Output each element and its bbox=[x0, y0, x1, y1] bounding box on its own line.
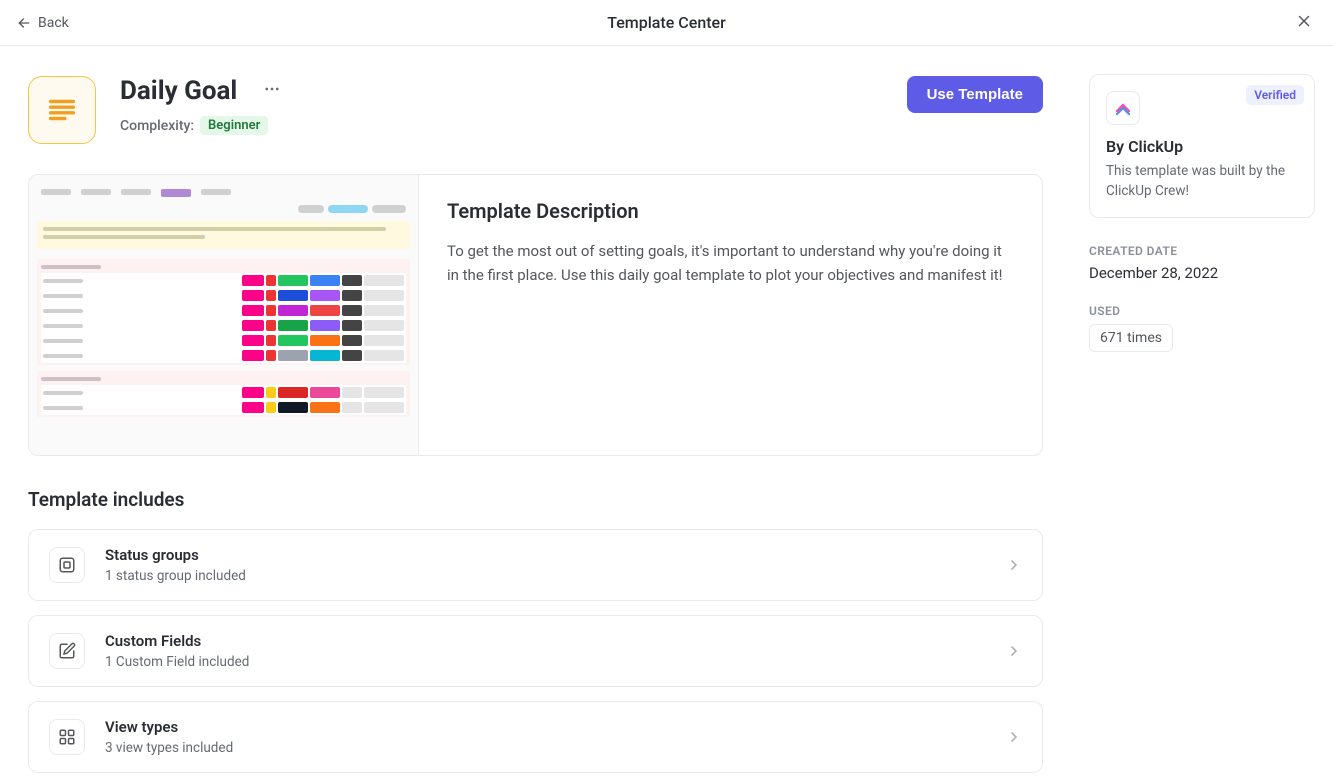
author-card: Verified By ClickUp This template was bu… bbox=[1089, 74, 1315, 218]
template-title: Daily Goal bbox=[120, 76, 237, 106]
preview-pill bbox=[298, 205, 324, 213]
preview-tab bbox=[161, 189, 191, 195]
preview-row bbox=[41, 318, 406, 333]
description-body: To get the most out of setting goals, it… bbox=[447, 239, 1014, 287]
include-sub: 1 Custom Field included bbox=[105, 654, 986, 670]
view-types-icon bbox=[49, 719, 85, 755]
header-text: Daily Goal Complexity: Beginner bbox=[120, 76, 883, 135]
dots-horizontal-icon bbox=[263, 80, 281, 98]
created-date-value: December 28, 2022 bbox=[1089, 264, 1315, 282]
author-name: By ClickUp bbox=[1106, 137, 1298, 156]
include-title: View types bbox=[105, 718, 986, 736]
grid-icon bbox=[58, 728, 76, 746]
preview-row bbox=[41, 385, 406, 400]
include-sub: 3 view types included bbox=[105, 740, 986, 756]
description-text: Template Description To get the most out… bbox=[419, 175, 1042, 455]
preview-tab bbox=[41, 189, 71, 195]
preview-line bbox=[43, 235, 205, 239]
more-button[interactable] bbox=[261, 78, 283, 104]
used-value: 671 times bbox=[1089, 324, 1173, 352]
preview-group-label bbox=[41, 377, 101, 381]
preview-pill bbox=[328, 205, 368, 213]
preview-row bbox=[41, 303, 406, 318]
body: Daily Goal Complexity: Beginner Use Temp… bbox=[0, 46, 1333, 776]
preview-tab bbox=[121, 189, 151, 195]
description-card: Template Description To get the most out… bbox=[28, 174, 1043, 456]
preview-tabs bbox=[37, 183, 410, 201]
include-custom-fields[interactable]: Custom Fields 1 Custom Field included bbox=[28, 615, 1043, 687]
arrow-left-icon bbox=[16, 15, 32, 31]
preview-tab bbox=[201, 189, 231, 195]
back-label: Back bbox=[38, 15, 69, 31]
topbar: Back Template Center bbox=[0, 0, 1333, 46]
edit-square-icon bbox=[58, 642, 76, 660]
complexity-label: Complexity: bbox=[120, 118, 194, 134]
preview-pill bbox=[372, 205, 406, 213]
preview-section bbox=[37, 371, 410, 417]
template-icon bbox=[28, 76, 96, 144]
chevron-right-icon bbox=[1006, 729, 1022, 745]
preview-row bbox=[41, 333, 406, 348]
include-text: Status groups 1 status group included bbox=[105, 546, 986, 584]
includes-heading: Template includes bbox=[28, 488, 1043, 511]
custom-fields-icon bbox=[49, 633, 85, 669]
complexity-row: Complexity: Beginner bbox=[120, 116, 883, 135]
template-header: Daily Goal Complexity: Beginner Use Temp… bbox=[28, 76, 1043, 144]
author-desc: This template was built by the ClickUp C… bbox=[1106, 162, 1298, 201]
include-title: Status groups bbox=[105, 546, 986, 564]
back-button[interactable]: Back bbox=[16, 15, 69, 31]
include-text: Custom Fields 1 Custom Field included bbox=[105, 632, 986, 670]
side-column: Verified By ClickUp This template was bu… bbox=[1071, 46, 1333, 776]
clickup-logo-icon bbox=[1114, 99, 1132, 117]
square-nested-icon bbox=[58, 556, 76, 574]
page-title: Template Center bbox=[607, 13, 726, 32]
close-icon bbox=[1295, 12, 1313, 30]
preview-row bbox=[41, 348, 406, 363]
preview-row bbox=[41, 400, 406, 415]
verified-badge: Verified bbox=[1246, 85, 1304, 105]
preview-pills bbox=[37, 201, 410, 217]
chevron-right-icon bbox=[1006, 643, 1022, 659]
created-date-label: CREATED DATE bbox=[1089, 244, 1315, 258]
preview-banner bbox=[37, 221, 410, 249]
close-button[interactable] bbox=[1291, 8, 1317, 38]
use-template-button[interactable]: Use Template bbox=[907, 76, 1043, 113]
preview-line bbox=[43, 227, 386, 231]
preview-row bbox=[41, 288, 406, 303]
status-groups-icon bbox=[49, 547, 85, 583]
used-label: USED bbox=[1089, 304, 1315, 318]
title-row: Daily Goal bbox=[120, 76, 883, 106]
preview-section bbox=[37, 259, 410, 365]
include-view-types[interactable]: View types 3 view types included bbox=[28, 701, 1043, 773]
author-logo bbox=[1106, 91, 1140, 125]
complexity-badge: Beginner bbox=[200, 116, 268, 135]
include-title: Custom Fields bbox=[105, 632, 986, 650]
chevron-right-icon bbox=[1006, 557, 1022, 573]
description-heading: Template Description bbox=[447, 199, 1014, 223]
preview-group-label bbox=[41, 265, 101, 269]
include-status-groups[interactable]: Status groups 1 status group included bbox=[28, 529, 1043, 601]
list-lines-icon bbox=[45, 93, 79, 127]
include-text: View types 3 view types included bbox=[105, 718, 986, 756]
preview-tab bbox=[81, 189, 111, 195]
main-column[interactable]: Daily Goal Complexity: Beginner Use Temp… bbox=[0, 46, 1071, 776]
include-sub: 1 status group included bbox=[105, 568, 986, 584]
preview-row bbox=[41, 273, 406, 288]
template-preview bbox=[29, 175, 419, 455]
